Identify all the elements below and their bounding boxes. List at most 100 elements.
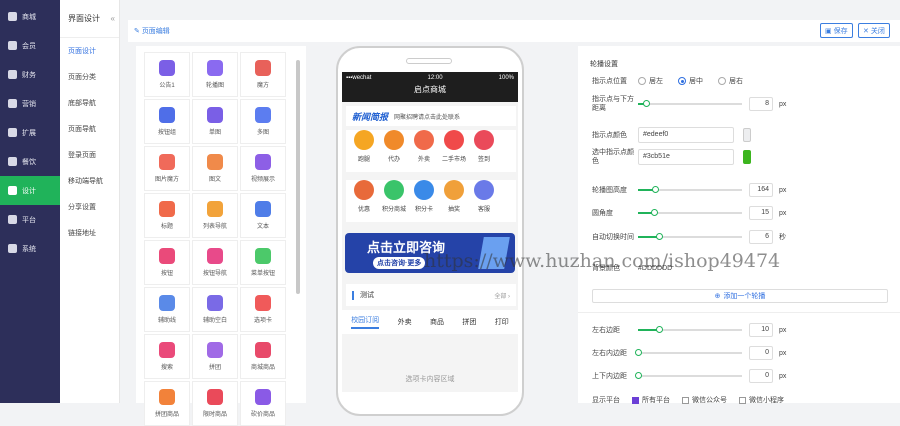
subnav-item[interactable]: 页面导航 — [60, 116, 119, 142]
component-item[interactable]: 按钮 — [144, 240, 190, 285]
indicator-radio[interactable]: 居中 — [678, 76, 703, 86]
announcement-more[interactable]: 全部 › — [494, 291, 510, 300]
nav-item[interactable]: 营销 — [0, 89, 60, 118]
subnav-item[interactable]: 分享设置 — [60, 194, 119, 220]
component-item[interactable]: 搜索 — [144, 334, 190, 379]
nav-item[interactable]: 设计 — [0, 176, 60, 205]
indicator-bottom-input[interactable]: 8 — [749, 97, 773, 111]
component-item[interactable]: 辅助空白 — [192, 287, 238, 332]
lr-padding-label: 左右内边距 — [592, 349, 627, 357]
radius-row: 圆角度 15 px — [592, 205, 892, 221]
add-carousel-button[interactable]: ⊕ 添加一个轮播 — [592, 289, 888, 303]
component-icon — [255, 154, 271, 170]
platform-checkbox[interactable]: 微信小程序 — [739, 395, 784, 405]
component-item[interactable]: 单图 — [192, 99, 238, 144]
component-item[interactable]: 文本 — [240, 193, 286, 238]
component-item[interactable]: 多图 — [240, 99, 286, 144]
shortcut-item[interactable]: 外卖 — [409, 130, 439, 172]
indicator-color-swatch[interactable] — [743, 128, 751, 142]
component-item[interactable]: 图文 — [192, 146, 238, 191]
component-item[interactable]: 按钮导航 — [192, 240, 238, 285]
subnav-item[interactable]: 移动端导航 — [60, 168, 119, 194]
nav-item[interactable]: 商城 — [0, 2, 60, 31]
height-slider[interactable] — [638, 186, 742, 193]
nav-item[interactable]: 财务 — [0, 60, 60, 89]
phone-tab[interactable]: 校园订阅 — [351, 315, 380, 329]
component-item[interactable]: 拼团 — [192, 334, 238, 379]
shortcut-label: 签到 — [477, 157, 490, 163]
component-item[interactable]: 辅助线 — [144, 287, 190, 332]
close-button[interactable]: ✕ 关闭 — [858, 23, 890, 38]
subnav-item[interactable]: 页面设计 — [60, 38, 119, 64]
autoplay-input[interactable]: 6 — [749, 230, 773, 244]
announcement-marker — [352, 290, 354, 300]
news-bar[interactable]: 新闻简报 网聚招聘请点击此处联系 — [346, 106, 516, 126]
nav-item[interactable]: 平台 — [0, 205, 60, 234]
platform-checkbox[interactable]: 微信公众号 — [682, 395, 727, 405]
announcement-bar[interactable]: 测试 全部 › — [346, 284, 516, 306]
subnav-item[interactable]: 登录页面 — [60, 142, 119, 168]
component-item[interactable]: 魔方 — [240, 52, 286, 97]
radius-slider[interactable] — [638, 209, 742, 216]
selected-color-label: 选中指示点颜色 — [592, 149, 634, 165]
component-item[interactable]: 砍价商品 — [240, 381, 286, 426]
subnav-item[interactable]: 链接地址 — [60, 220, 119, 246]
collapse-icon[interactable]: « — [111, 14, 115, 23]
component-item[interactable]: 拼团商品 — [144, 381, 190, 426]
component-item[interactable]: 菜单按钮 — [240, 240, 286, 285]
component-label: 魔方 — [256, 83, 269, 89]
shortcut-item[interactable]: 代办 — [379, 130, 409, 172]
lr-margin-input[interactable]: 10 — [749, 323, 773, 337]
components-scrollbar[interactable] — [296, 60, 300, 294]
indicator-bottom-slider[interactable] — [638, 100, 742, 107]
shortcut-item[interactable]: 跑腿 — [349, 130, 379, 172]
component-item[interactable]: 图片魔方 — [144, 146, 190, 191]
shortcut-item[interactable]: 抽奖 — [439, 180, 469, 222]
component-item[interactable]: 视频展示 — [240, 146, 286, 191]
nav-item[interactable]: 会员 — [0, 31, 60, 60]
shortcut-item[interactable]: 优惠 — [349, 180, 379, 222]
platform-checkbox[interactable]: 所有平台 — [632, 395, 670, 405]
save-button[interactable]: ▣ 保存 — [820, 23, 853, 38]
selected-color-input[interactable]: #3cb51e — [638, 149, 734, 165]
subnav-item[interactable]: 底部导航 — [60, 90, 119, 116]
nav-item[interactable]: 系统 — [0, 234, 60, 263]
lr-margin-slider[interactable] — [638, 326, 742, 333]
indicator-color-input[interactable]: #edeef0 — [638, 127, 734, 143]
component-item[interactable]: 选项卡 — [240, 287, 286, 332]
phone-tab[interactable]: 拼团 — [462, 317, 476, 327]
shortcut-item[interactable]: 二手市场 — [439, 130, 469, 172]
lr-padding-input[interactable]: 0 — [749, 346, 773, 360]
phone-tab[interactable]: 打印 — [495, 317, 509, 327]
nav-item[interactable]: 餐饮 — [0, 147, 60, 176]
component-item[interactable]: 限时商品 — [192, 381, 238, 426]
lr-padding-slider[interactable] — [635, 349, 742, 356]
shortcut-item[interactable]: 客服 — [469, 180, 499, 222]
phone-tab[interactable]: 商品 — [430, 317, 444, 327]
component-item[interactable]: 商城商品 — [240, 334, 286, 379]
component-item[interactable]: 列表导航 — [192, 193, 238, 238]
shortcut-item[interactable]: 积分卡 — [409, 180, 439, 222]
component-item[interactable]: 按钮组 — [144, 99, 190, 144]
phone-tab[interactable]: 外卖 — [398, 317, 412, 327]
component-item[interactable]: 标题 — [144, 193, 190, 238]
indicator-radio[interactable]: 居右 — [718, 76, 743, 86]
selected-color-swatch[interactable] — [743, 150, 751, 164]
tb-padding-slider[interactable] — [635, 372, 742, 379]
component-icon — [255, 107, 271, 123]
subnav-item[interactable]: 页面分类 — [60, 64, 119, 90]
shortcut-item[interactable]: 积分商城 — [379, 180, 409, 222]
height-input[interactable]: 164 — [749, 183, 773, 197]
component-label: 图文 — [208, 177, 221, 183]
nav-item[interactable]: 扩展 — [0, 118, 60, 147]
unit-label: px — [779, 349, 787, 357]
shortcut-item[interactable]: 签到 — [469, 130, 499, 172]
radius-input[interactable]: 15 — [749, 206, 773, 220]
autoplay-slider[interactable] — [638, 233, 742, 240]
shortcut-label: 客服 — [477, 207, 490, 213]
tb-padding-input[interactable]: 0 — [749, 369, 773, 383]
shortcut-icon — [444, 130, 464, 150]
indicator-radio[interactable]: 居左 — [638, 76, 663, 86]
component-item[interactable]: 轮播图 — [192, 52, 238, 97]
component-item[interactable]: 公告1 — [144, 52, 190, 97]
